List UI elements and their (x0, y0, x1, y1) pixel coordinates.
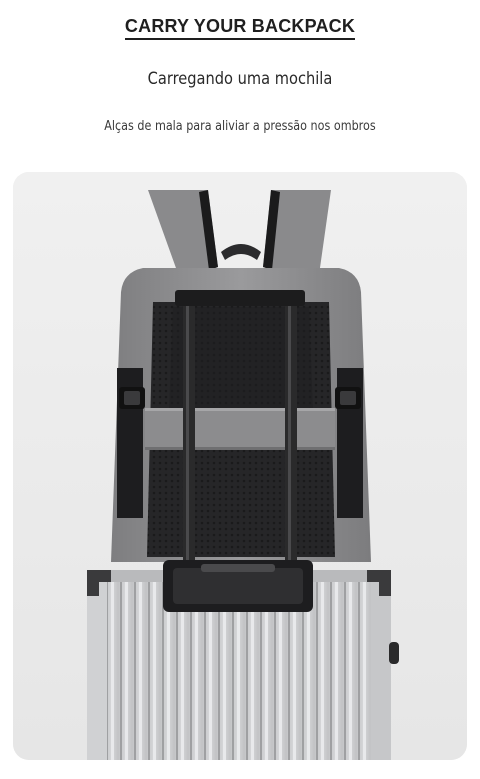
section-caption: Alças de mala para aliviar a pressão nos… (104, 119, 376, 134)
backpack-on-suitcase-illustration (13, 172, 467, 760)
section-title-text: CARRY YOUR BACKPACK (124, 16, 356, 40)
product-photo (13, 172, 467, 760)
section-subtitle: Carregando uma mochila (147, 69, 333, 89)
section-title: CARRY YOUR BACKPACK (0, 16, 480, 40)
